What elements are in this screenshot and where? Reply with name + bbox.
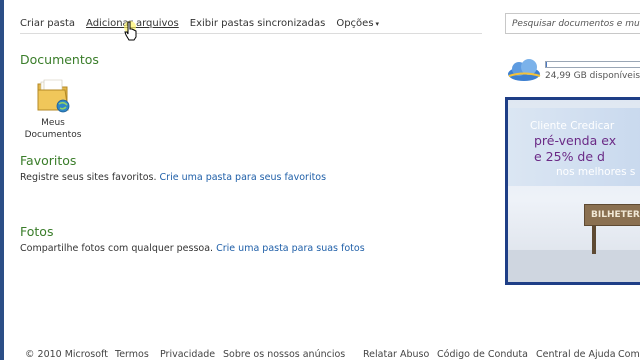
footer-report-abuse-link[interactable]: Relatar Abuso bbox=[363, 349, 429, 360]
folder-label-line2: Documentos bbox=[24, 130, 82, 140]
hand-pointer-icon bbox=[124, 21, 137, 41]
ad-line-2: pré-venda ex bbox=[534, 133, 617, 148]
footer-code-of-conduct-link[interactable]: Código de Conduta bbox=[437, 349, 528, 360]
command-toolbar: Criar pasta Adicionar arquivos Exibir pa… bbox=[20, 16, 390, 30]
footer-terms-link[interactable]: Termos bbox=[115, 349, 149, 360]
ad-sign-post bbox=[592, 226, 596, 254]
skydrive-cloud-icon bbox=[508, 59, 541, 81]
favorites-description-text: Registre seus sites favoritos. bbox=[20, 172, 157, 183]
ad-line-4: nos melhores s bbox=[556, 166, 636, 178]
footer-help-center-link[interactable]: Central de Ajuda bbox=[536, 349, 616, 360]
footer-privacy-link[interactable]: Privacidade bbox=[160, 349, 215, 360]
footer-copyright: © 2010 Microsoft bbox=[25, 349, 108, 360]
chevron-down-icon: ▾ bbox=[375, 19, 380, 28]
my-documents-folder[interactable]: Meus Documentos bbox=[24, 76, 82, 141]
footer-about-ads-link[interactable]: Sobre os nossos anúncios bbox=[223, 349, 345, 360]
storage-usage-bar bbox=[545, 61, 640, 68]
storage-usage-fill bbox=[546, 62, 547, 67]
advertisement-image: Cliente Credicar pré-venda ex e 25% de d… bbox=[508, 100, 640, 282]
create-folder-button[interactable]: Criar pasta bbox=[20, 18, 75, 29]
options-menu-button[interactable]: Opções ▾ bbox=[336, 18, 379, 29]
window-left-edge bbox=[0, 0, 4, 360]
favorites-description: Registre seus sites favoritos. Crie uma … bbox=[20, 172, 326, 183]
photos-description-text: Compartilhe fotos com qualquer pessoa. bbox=[20, 243, 214, 254]
ad-ticket-sign: BILHETER bbox=[584, 204, 640, 226]
show-synced-folders-button[interactable]: Exibir pastas sincronizadas bbox=[190, 18, 326, 29]
create-photos-folder-link[interactable]: Crie uma pasta para suas fotos bbox=[216, 243, 365, 254]
folder-label-line1: Meus bbox=[41, 118, 65, 128]
search-input[interactable]: Pesquisar documentos e muito bbox=[505, 13, 640, 34]
footer-comments-link[interactable]: Comen bbox=[618, 349, 640, 360]
ad-line-1: Cliente Credicar bbox=[530, 120, 615, 132]
storage-available-text: 24,99 GB disponíveis d bbox=[545, 71, 640, 81]
favorites-heading: Favoritos bbox=[20, 153, 77, 168]
create-favorites-folder-link[interactable]: Crie uma pasta para seus favoritos bbox=[160, 172, 327, 183]
documents-heading: Documentos bbox=[20, 52, 99, 67]
toolbar-divider bbox=[20, 33, 482, 34]
ad-line-3: e 25% de d bbox=[534, 149, 605, 164]
advertisement-banner[interactable]: Cliente Credicar pré-venda ex e 25% de d… bbox=[505, 97, 640, 285]
options-label: Opções bbox=[336, 17, 374, 29]
photos-heading: Fotos bbox=[20, 224, 54, 239]
ad-ground bbox=[508, 250, 640, 282]
photos-description: Compartilhe fotos com qualquer pessoa. C… bbox=[20, 243, 365, 254]
folder-with-globe-icon bbox=[37, 79, 70, 113]
